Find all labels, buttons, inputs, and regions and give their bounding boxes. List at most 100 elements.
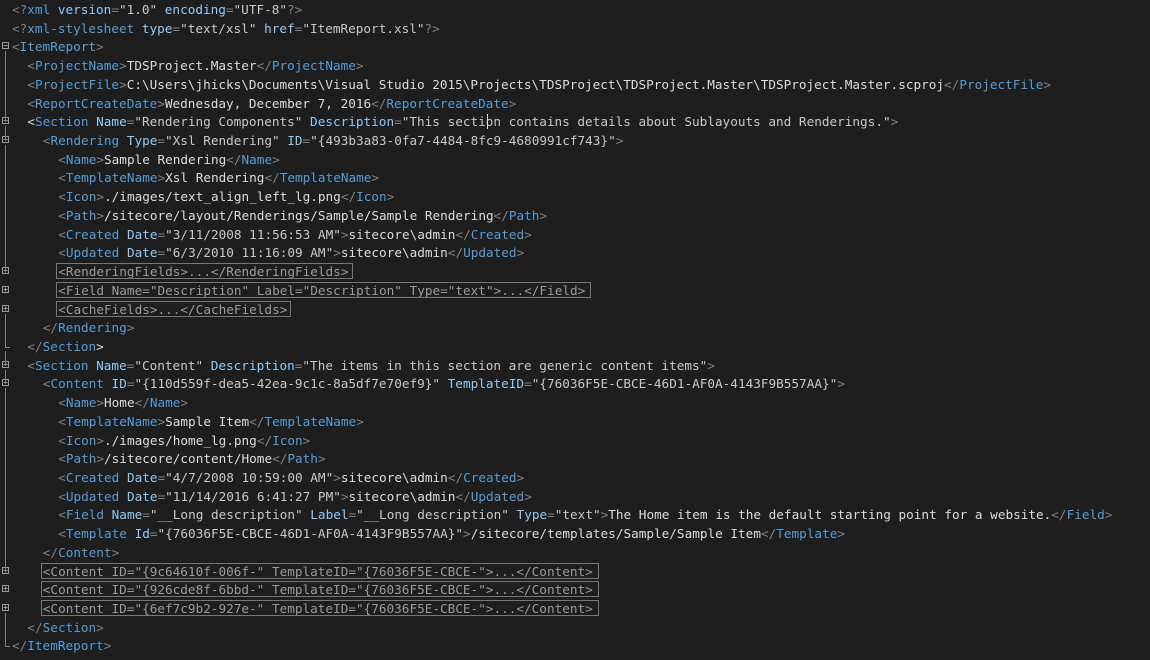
token: "ItemReport.xsl" — [302, 20, 425, 36]
code-line[interactable]: +<RenderingFields>...</RenderingFields> — [0, 262, 1150, 281]
token: < — [58, 151, 66, 167]
code-line[interactable]: − <ItemReport> — [0, 37, 1150, 56]
token: > — [96, 39, 104, 55]
token: encoding — [157, 2, 226, 17]
token: Icon — [356, 189, 387, 205]
token: sitecore\admin — [348, 226, 456, 242]
token: TemplateID — [440, 376, 525, 392]
token: "6/3/2010 11:16:09 AM" — [165, 245, 334, 261]
token: Rendering — [50, 133, 120, 149]
token: > — [96, 619, 104, 635]
code-line[interactable]: <?xml version="1.0" encoding="UTF-8"?> — [0, 0, 1150, 19]
code-line[interactable]: + <Content ID="{6ef7c9b2-927e-" TemplateI… — [0, 599, 1150, 618]
code-line[interactable]: </Section> — [0, 618, 1150, 637]
code-line[interactable]: </Content> — [0, 543, 1150, 562]
code-text: <Field Name="__Long description" Label="… — [58, 505, 1112, 524]
token: Name — [88, 357, 127, 373]
code-line[interactable]: <Created Date="4/7/2008 10:59:00 AM">sit… — [0, 468, 1150, 487]
token: </ — [447, 470, 464, 485]
code-text: <ReportCreateDate>Wednesday, December 7,… — [27, 94, 516, 113]
code-line[interactable]: </Rendering> — [0, 318, 1150, 337]
expand-icon[interactable]: + — [2, 285, 9, 293]
code-line[interactable]: <ProjectName>TDSProject.Master</ProjectN… — [0, 56, 1150, 75]
code-line[interactable]: <Icon>./images/text_align_left_lg.png</I… — [0, 187, 1150, 206]
code-line[interactable]: <Updated Date="11/14/2016 6:41:27 PM">si… — [0, 487, 1150, 506]
collapsed-box — [56, 263, 353, 280]
token: /sitecore/layout/Renderings/Sample/Sampl… — [104, 207, 494, 223]
token: Icon — [272, 432, 303, 448]
token: > — [524, 226, 532, 242]
token: Name — [104, 507, 143, 523]
token: > — [317, 451, 326, 467]
xml-code-editor[interactable]: <?xml version="1.0" encoding="UTF-8"?> <?… — [0, 0, 1150, 660]
code-line[interactable]: <Icon>./images/home_lg.png</Icon> — [0, 431, 1150, 450]
token: Created — [65, 470, 120, 485]
expand-icon[interactable]: + — [2, 585, 9, 593]
code-line[interactable]: <TemplateName>Sample Item</TemplateName> — [0, 412, 1150, 431]
token: "{493b3a83-0fa7-4484-8fc9-4680991cf743}" — [310, 133, 616, 149]
token: < — [58, 470, 66, 485]
token: Name — [65, 151, 97, 167]
code-line[interactable]: </Section> — [0, 337, 1150, 356]
token: > — [1104, 507, 1113, 523]
code-line[interactable]: <ReportCreateDate>Wednesday, December 7,… — [0, 94, 1150, 113]
code-text: <Rendering Type="Xsl Rendering" ID="{493… — [43, 131, 624, 150]
token: < — [27, 58, 36, 74]
code-line[interactable]: + <CacheFields>...</CacheFields> — [0, 300, 1150, 319]
token: </ — [264, 170, 280, 186]
code-line[interactable]: </ItemReport> — [0, 636, 1150, 655]
token: "{110d559f-dea5-42ea-9c1c-8a5df7e70ef9}" — [134, 376, 441, 392]
token: </ — [944, 76, 960, 92]
code-line[interactable]: <?xml-stylesheet type="text/xsl" href="I… — [0, 19, 1150, 38]
token: "text/xsl" — [180, 20, 257, 36]
token: Section — [35, 114, 89, 130]
token: "{76036F5E-CBCE-46D1-AF0A-4143F9B557AA}" — [157, 526, 464, 542]
code-line[interactable]: <Name>Sample Rendering</Name> — [0, 150, 1150, 169]
code-line[interactable]: <Created Date="3/11/2008 11:56:53 AM">si… — [0, 225, 1150, 244]
token: </ — [493, 207, 509, 223]
token: </ — [27, 338, 43, 354]
code-line[interactable]: <Path>/sitecore/layout/Renderings/Sample… — [0, 206, 1150, 225]
token: > — [356, 413, 364, 429]
collapsed-box — [40, 581, 600, 598]
code-line[interactable]: −<Content ID="{110d559f-dea5-42ea-9c1c-8… — [0, 374, 1150, 393]
token: ProjectName — [271, 58, 356, 74]
code-line[interactable]: + <Field Name="Description" Label="Descri… — [0, 281, 1150, 300]
token: > — [371, 170, 380, 186]
token: ReportCreateDate — [35, 95, 158, 111]
token: > — [355, 58, 364, 74]
expand-icon[interactable]: + — [2, 304, 9, 312]
code-text: <?xml version="1.0" encoding="UTF-8"?> — [12, 0, 302, 19]
token: </ — [249, 413, 265, 429]
fold-end-marker — [5, 646, 10, 648]
code-line[interactable]: <ProjectFile>C:\Users\jhicks\Documents\V… — [0, 75, 1150, 94]
code-line[interactable]: + <Content ID="{926cde8f-6bbd-" TemplateI… — [0, 580, 1150, 599]
token: > — [333, 470, 341, 485]
code-line[interactable]: −<Section Name="Content" Description="Th… — [0, 356, 1150, 375]
token: C:\Users\jhicks\Documents\Visual Studio … — [126, 76, 945, 92]
code-line[interactable]: −<Rendering Type="Xsl Rendering" ID="{49… — [0, 131, 1150, 150]
collapse-icon[interactable]: − — [2, 42, 9, 50]
token: > — [707, 357, 715, 373]
code-line[interactable]: <Updated Date="6/3/2010 11:16:09 AM">sit… — [0, 243, 1150, 262]
expand-icon[interactable]: + — [2, 604, 9, 612]
code-line[interactable]: −<Section Name="Rendering Components" De… — [0, 112, 1150, 131]
token: Sample Rendering — [104, 151, 227, 167]
code-text: <Name>Home</Name> — [58, 393, 188, 412]
code-line[interactable]: <Field Name="__Long description" Label="… — [0, 505, 1150, 524]
code-line[interactable]: <Template Id="{76036F5E-CBCE-46D1-AF0A-4… — [0, 524, 1150, 543]
token: = — [547, 507, 555, 523]
token: Path — [287, 451, 318, 467]
token: xml — [27, 2, 51, 17]
fold-guide — [5, 126, 6, 142]
token: > — [180, 395, 189, 411]
token: = — [111, 2, 119, 17]
code-line[interactable]: <Path>/sitecore/content/Home</Path> — [0, 449, 1150, 468]
token: > — [96, 189, 105, 205]
code-text: <Content ID="{110d559f-dea5-42ea-9c1c-8a… — [43, 374, 845, 393]
code-line[interactable]: <TemplateName>Xsl Rendering</TemplateNam… — [0, 168, 1150, 187]
code-text: </Content> — [43, 543, 119, 562]
token: Section — [42, 338, 97, 354]
code-line[interactable]: <Name>Home</Name> — [0, 393, 1150, 412]
code-line[interactable]: +<Content ID="{9c64610f-006f-" TemplateI… — [0, 562, 1150, 581]
